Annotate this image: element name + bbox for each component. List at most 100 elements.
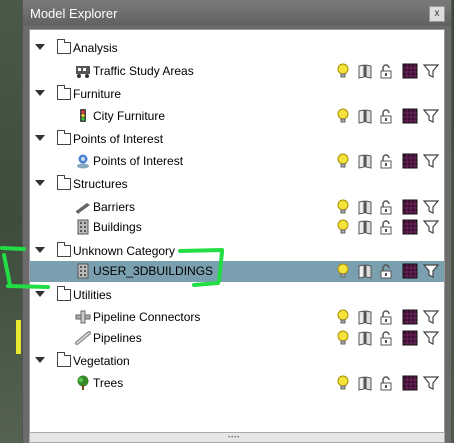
category-label: Furniture — [73, 87, 122, 101]
book-icon[interactable] — [357, 375, 373, 391]
lock-icon[interactable] — [378, 309, 394, 325]
book-icon[interactable] — [357, 63, 373, 79]
tree-item[interactable]: Pipelines — [30, 328, 444, 349]
tree-category[interactable]: Structures — [30, 174, 444, 195]
lightbulb-icon[interactable] — [335, 199, 351, 215]
category-label: Analysis — [73, 41, 118, 55]
background-left — [0, 0, 22, 443]
tree-category[interactable]: Analysis — [30, 38, 444, 59]
item-label: Pipelines — [93, 331, 142, 345]
window-title: Model Explorer — [30, 6, 118, 21]
texture-icon[interactable] — [402, 108, 418, 124]
texture-icon[interactable] — [402, 63, 418, 79]
item-label: Buildings — [93, 220, 142, 234]
tree-item[interactable]: Pipeline Connectors — [30, 307, 444, 328]
category-label: Vegetation — [73, 354, 130, 368]
folder-icon — [57, 130, 71, 145]
folder-icon — [57, 39, 71, 54]
book-icon[interactable] — [357, 153, 373, 169]
texture-icon[interactable] — [402, 219, 418, 235]
book-icon[interactable] — [357, 309, 373, 325]
folder-icon — [57, 175, 71, 190]
filter-icon[interactable] — [422, 263, 440, 279]
lightbulb-icon[interactable] — [335, 263, 351, 279]
book-icon[interactable] — [357, 219, 373, 235]
collapse-arrow-icon[interactable] — [35, 180, 45, 186]
texture-icon[interactable] — [402, 153, 418, 169]
tree-item[interactable]: Buildings — [30, 217, 444, 238]
texture-icon[interactable] — [402, 309, 418, 325]
collapse-arrow-icon[interactable] — [35, 44, 45, 50]
tree-category[interactable]: Points of Interest — [30, 129, 444, 150]
lightbulb-icon[interactable] — [335, 108, 351, 124]
tree-panel: Analysis Traffic Study Areas Furniture City… — [29, 29, 445, 433]
category-label: Points of Interest — [73, 132, 164, 146]
lock-icon[interactable] — [378, 330, 394, 346]
tree-item[interactable]: USER_3DBUILDINGS — [30, 261, 444, 282]
close-button[interactable]: x — [429, 6, 445, 22]
category-label: Structures — [73, 177, 128, 191]
filter-icon[interactable] — [422, 375, 440, 391]
tree-category[interactable]: Vegetation — [30, 351, 444, 372]
filter-icon[interactable] — [422, 330, 440, 346]
tree-icon — [75, 375, 91, 391]
lock-icon[interactable] — [378, 219, 394, 235]
filter-icon[interactable] — [422, 153, 440, 169]
filter-icon[interactable] — [422, 63, 440, 79]
pipeline-icon — [75, 330, 91, 346]
filter-icon[interactable] — [422, 309, 440, 325]
lightbulb-icon[interactable] — [335, 153, 351, 169]
collapse-arrow-icon[interactable] — [35, 135, 45, 141]
book-icon[interactable] — [357, 330, 373, 346]
lock-icon[interactable] — [378, 63, 394, 79]
model-explorer-window: Model Explorer x Analysis Traffic Study A… — [22, 0, 452, 443]
poi-pin-icon — [75, 153, 91, 169]
texture-icon[interactable] — [402, 330, 418, 346]
item-label: USER_3DBUILDINGS — [93, 264, 214, 278]
tree-item[interactable]: Points of Interest — [30, 151, 444, 172]
item-label: Traffic Study Areas — [93, 64, 194, 78]
item-label: City Furniture — [93, 109, 166, 123]
item-label: Trees — [93, 376, 124, 390]
tree-item[interactable]: Traffic Study Areas — [30, 61, 444, 82]
building-icon — [75, 263, 91, 279]
lock-icon[interactable] — [378, 199, 394, 215]
filter-icon[interactable] — [422, 199, 440, 215]
tree-category[interactable]: Furniture — [30, 84, 444, 105]
collapse-arrow-icon[interactable] — [35, 247, 45, 253]
lightbulb-icon[interactable] — [335, 330, 351, 346]
lock-icon[interactable] — [378, 108, 394, 124]
texture-icon[interactable] — [402, 199, 418, 215]
book-icon[interactable] — [357, 108, 373, 124]
category-label: Unknown Category — [73, 244, 176, 258]
lightbulb-icon[interactable] — [335, 63, 351, 79]
tree-item[interactable]: Barriers — [30, 197, 444, 218]
item-label: Pipeline Connectors — [93, 310, 201, 324]
lightbulb-icon[interactable] — [335, 375, 351, 391]
lightbulb-icon[interactable] — [335, 219, 351, 235]
filter-icon[interactable] — [422, 219, 440, 235]
texture-icon[interactable] — [402, 375, 418, 391]
lightbulb-icon[interactable] — [335, 309, 351, 325]
book-icon[interactable] — [357, 199, 373, 215]
tree-category[interactable]: Unknown Category — [30, 241, 444, 262]
collapse-arrow-icon[interactable] — [35, 291, 45, 297]
texture-icon[interactable] — [402, 263, 418, 279]
folder-icon — [57, 286, 71, 301]
filter-icon[interactable] — [422, 108, 440, 124]
lock-icon[interactable] — [378, 153, 394, 169]
lock-icon[interactable] — [378, 375, 394, 391]
tree-item[interactable]: City Furniture — [30, 106, 444, 127]
folder-icon — [57, 352, 71, 367]
title-bar[interactable]: Model Explorer x — [23, 0, 451, 26]
tree-item[interactable]: Trees — [30, 373, 444, 394]
lock-icon[interactable] — [378, 263, 394, 279]
resize-grip[interactable]: •••• — [29, 432, 445, 443]
tree-category[interactable]: Utilities — [30, 285, 444, 306]
collapse-arrow-icon[interactable] — [35, 357, 45, 363]
barrier-icon — [75, 199, 91, 215]
category-label: Utilities — [73, 288, 112, 302]
item-label: Barriers — [93, 200, 136, 214]
book-icon[interactable] — [357, 263, 373, 279]
collapse-arrow-icon[interactable] — [35, 90, 45, 96]
